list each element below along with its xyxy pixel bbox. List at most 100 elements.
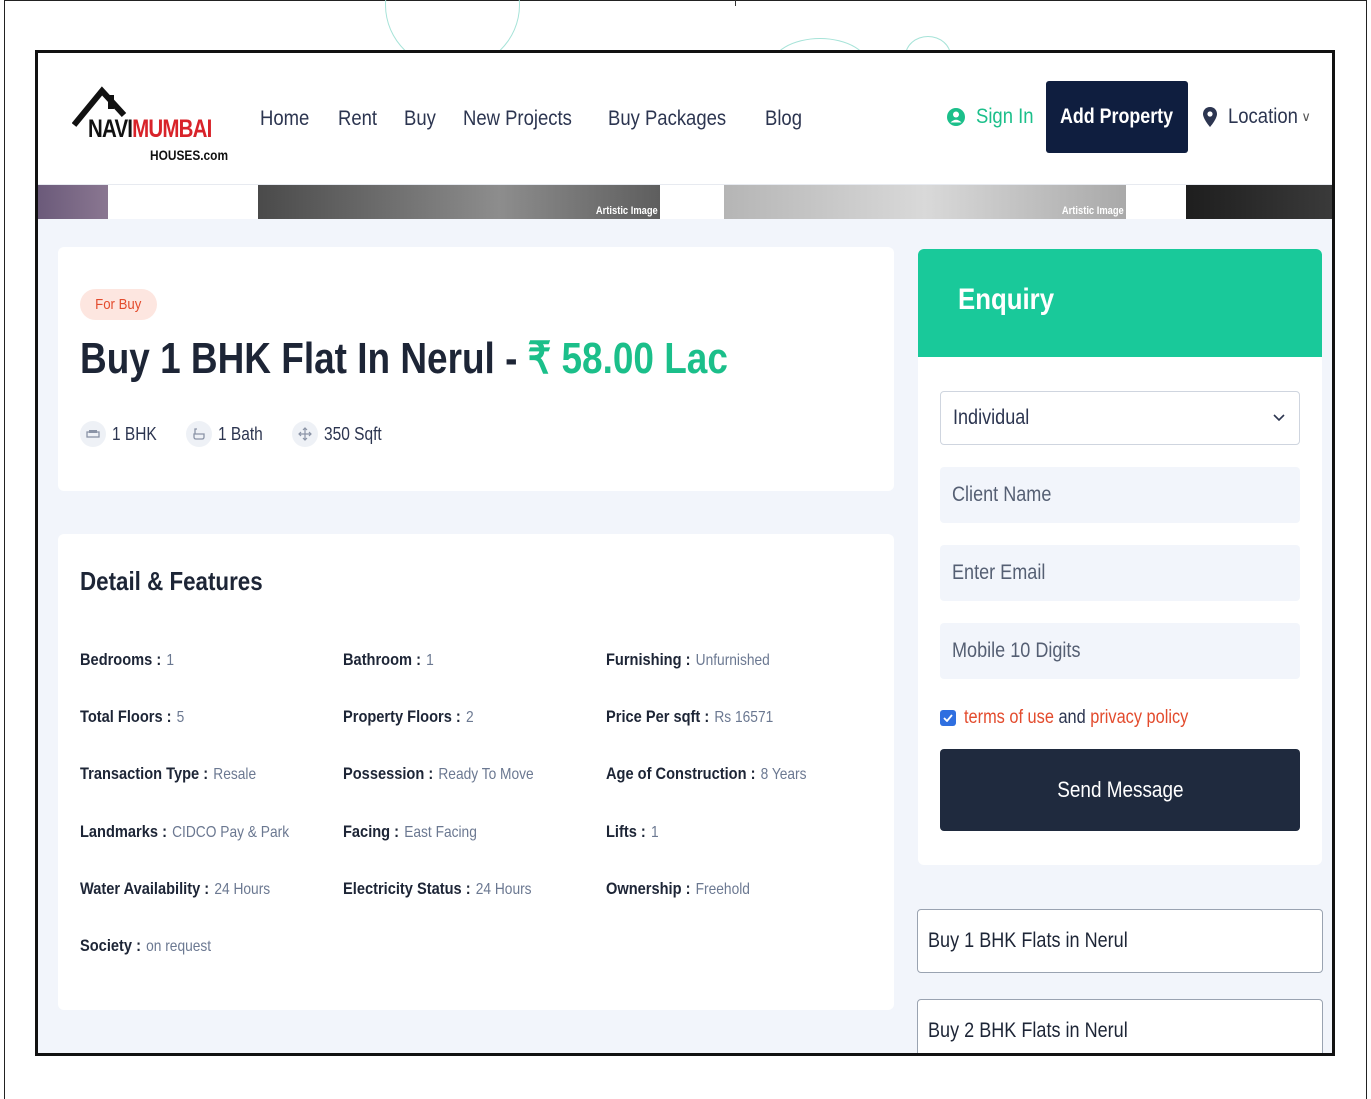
terms-of-use-link[interactable]: terms of use [964, 707, 1054, 728]
browser-viewport: NAVIMUMBAI HOUSES.com Home Rent Buy New … [35, 50, 1335, 1056]
listing-title: Buy 1 BHK Flat In Nerul - ₹ 58.00 Lac [80, 334, 728, 383]
feature-label: Transaction Type : [80, 764, 209, 783]
feature-label: Landmarks : [80, 822, 167, 841]
feature-item: Total Floors :5 [80, 707, 184, 727]
nav-buy-packages[interactable]: Buy Packages [608, 107, 726, 131]
location-dropdown[interactable]: Location ∨ [1202, 105, 1311, 129]
site-header: NAVIMUMBAI HOUSES.com Home Rent Buy New … [38, 53, 1332, 185]
map-pin-icon [1203, 107, 1217, 127]
feature-value: 1 [166, 652, 175, 669]
feature-value: on request [146, 938, 212, 955]
feature-item: Bedrooms :1 [80, 650, 174, 670]
feature-value: East Facing [404, 824, 477, 841]
feature-item: Water Availability :24 Hours [80, 879, 270, 899]
feature-label: Possession : [343, 764, 434, 783]
feature-item: Bathroom : 1 [343, 650, 434, 670]
spec-bhk: 1 BHK [80, 421, 164, 447]
user-icon [947, 108, 965, 126]
site-logo[interactable]: NAVIMUMBAI HOUSES.com [72, 85, 228, 167]
feature-value: 5 [176, 709, 185, 726]
terms-checkbox[interactable] [940, 710, 956, 726]
spec-bath: 1 Bath [186, 421, 270, 447]
listing-summary-card: For Buy Buy 1 BHK Flat In Nerul - ₹ 58.0… [58, 247, 894, 491]
feature-value: 2 [465, 709, 474, 726]
location-label: Location [1228, 105, 1298, 128]
client-name-input[interactable]: Client Name [940, 467, 1300, 523]
details-features-card: Detail & Features Bedrooms :1 Bathroom :1… [58, 534, 894, 1010]
chevron-down-icon: ∨ [1301, 109, 1311, 124]
gallery-image[interactable]: Artistic Image [258, 185, 660, 219]
enquiry-header: Enquiry [918, 249, 1322, 357]
feature-label: Water Availability : [80, 879, 210, 898]
main-nav: Home Rent Buy New Projects Buy Packages … [260, 107, 829, 131]
user-type-select[interactable]: Individual [940, 391, 1300, 445]
bathtub-icon [186, 421, 213, 447]
feature-value: 1 [426, 652, 434, 669]
feature-label: Total Floors : [80, 707, 172, 726]
nav-rent[interactable]: Rent [338, 107, 377, 131]
nav-buy[interactable]: Buy [404, 107, 436, 131]
related-link-1bhk[interactable]: Buy 1 BHK Flats in Nerul [917, 909, 1323, 973]
feature-item: Ownership : Freehold [606, 879, 750, 899]
feature-value: Freehold [695, 881, 750, 898]
spec-area: 350 Sqft [292, 421, 391, 447]
gallery-strip: Artistic Image Artistic Image [38, 185, 1332, 219]
feature-value: 8 Years [760, 766, 807, 783]
feature-item: Lifts :1 [606, 822, 659, 842]
feature-label: Furnishing : [606, 650, 691, 669]
feature-item: Electricity Status :24 Hours [343, 879, 532, 899]
feature-value: Resale [213, 766, 257, 783]
feature-item: Society : on request [80, 936, 211, 956]
feature-value: Unfurnished [695, 652, 770, 669]
feature-label: Bathroom : [343, 650, 421, 669]
nav-new-projects[interactable]: New Projects [463, 107, 572, 131]
feature-value: CIDCO Pay & Park [172, 824, 290, 841]
feature-label: Price Per sqft : [606, 707, 710, 726]
artistic-image-tag: Artistic Image [1062, 205, 1124, 217]
mobile-input[interactable]: Mobile 10 Digits [940, 623, 1300, 679]
feature-item: Landmarks : CIDCO Pay & Park [80, 822, 289, 842]
feature-value: Ready To Move [438, 766, 534, 783]
feature-value: 24 Hours [475, 881, 532, 898]
listing-type-badge: For Buy [80, 289, 157, 320]
related-link-2bhk[interactable]: Buy 2 BHK Flats in Nerul [917, 999, 1323, 1053]
nav-home[interactable]: Home [260, 107, 309, 131]
feature-label: Lifts : [606, 822, 646, 841]
feature-value: 1 [650, 824, 659, 841]
artistic-image-tag: Artistic Image [596, 205, 658, 217]
feature-label: Facing : [343, 822, 400, 841]
listing-price: ₹ 58.00 Lac [527, 334, 728, 383]
feature-item: Transaction Type : Resale [80, 764, 256, 784]
bed-icon [80, 421, 106, 447]
logo-wordmark: NAVIMUMBAI [88, 115, 212, 143]
feature-item: Property Floors :2 [343, 707, 474, 727]
feature-item: Facing : East Facing [343, 822, 477, 842]
listing-specs: 1 BHK 1 Bath 350 Sqft [80, 421, 413, 447]
feature-label: Electricity Status : [343, 879, 471, 898]
sign-in-label: Sign In [976, 105, 1034, 128]
chevron-down-icon [1273, 414, 1285, 422]
feature-label: Property Floors : [343, 707, 461, 726]
gallery-image[interactable]: Artistic Image [724, 185, 1126, 219]
gallery-image[interactable] [38, 185, 108, 219]
logo-subtext: HOUSES.com [150, 147, 229, 163]
feature-label: Society : [80, 936, 141, 955]
terms-consent: terms of use and privacy policy [940, 707, 1225, 729]
details-title: Detail & Features [80, 566, 263, 596]
sign-in-link[interactable]: Sign In [946, 105, 1041, 129]
feature-label: Ownership : [606, 879, 691, 898]
feature-item: Age of Construction :8 Years [606, 764, 807, 784]
top-divider [735, 0, 736, 6]
gallery-image[interactable] [1186, 185, 1332, 219]
send-message-button[interactable]: Send Message [940, 749, 1300, 831]
privacy-policy-link[interactable]: privacy policy [1090, 707, 1188, 728]
feature-value: 24 Hours [214, 881, 271, 898]
add-property-button[interactable]: Add Property [1046, 81, 1188, 153]
enquiry-card: Enquiry Individual Client Name Enter Ema… [918, 249, 1322, 865]
feature-item: Price Per sqft : Rs 16571 [606, 707, 773, 727]
feature-item: Furnishing : Unfurnished [606, 650, 770, 670]
nav-blog[interactable]: Blog [765, 107, 802, 131]
feature-label: Bedrooms : [80, 650, 162, 669]
email-input[interactable]: Enter Email [940, 545, 1300, 601]
area-arrows-icon [292, 421, 319, 447]
